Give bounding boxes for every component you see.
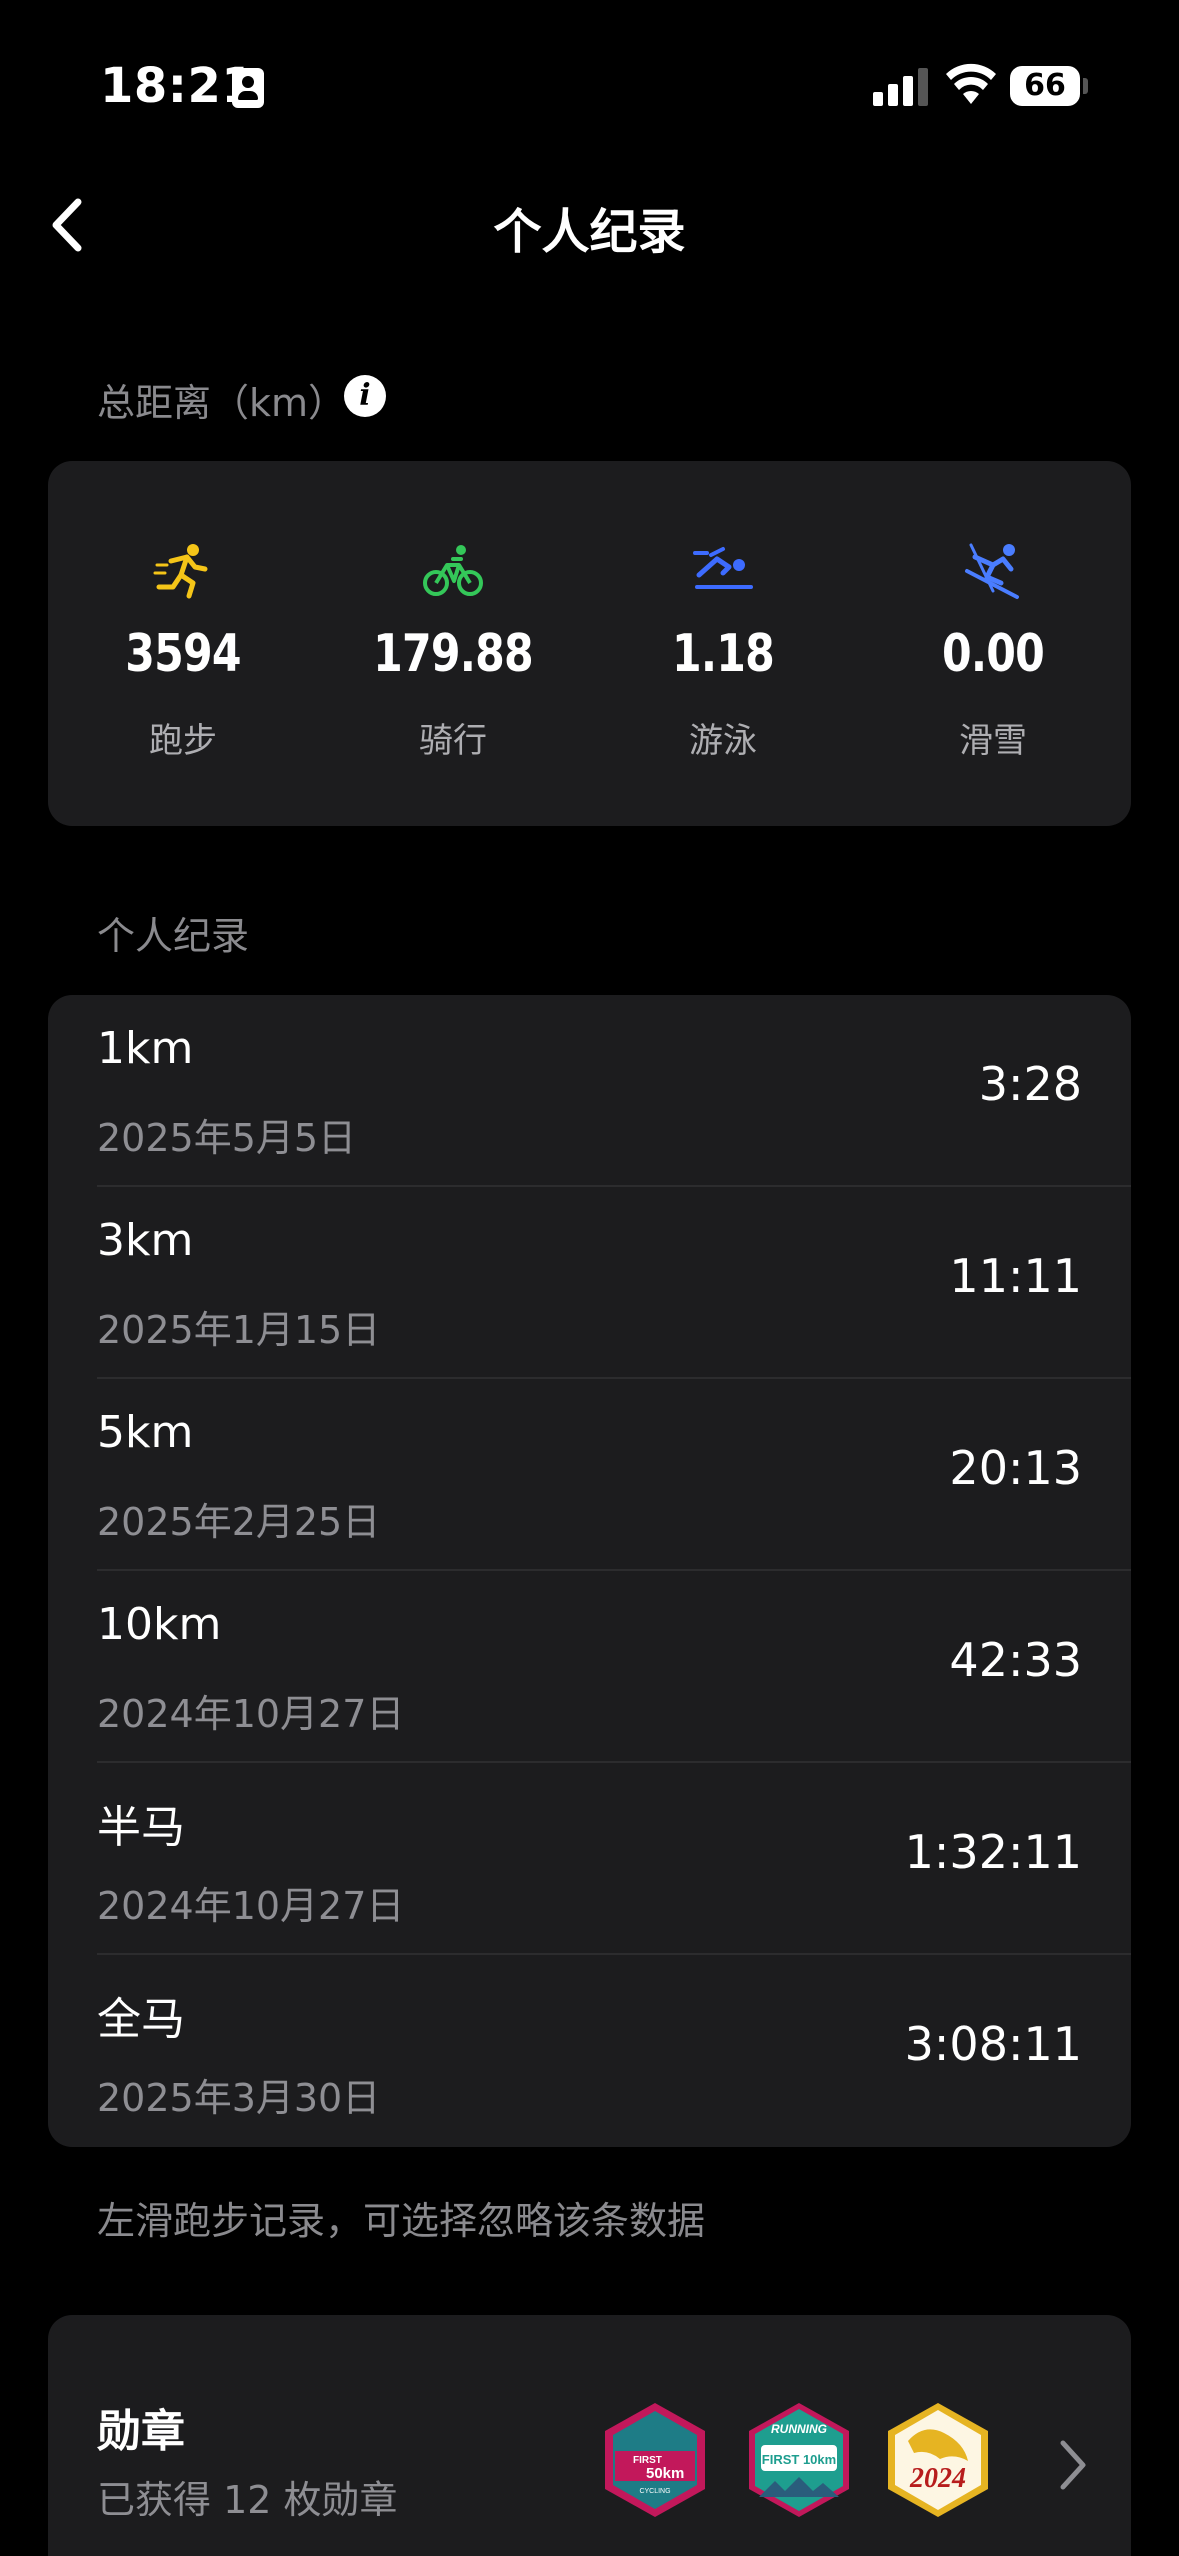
record-row-5km[interactable]: 5km 2025年2月25日 20:13 — [48, 1379, 1131, 1571]
record-time: 20:13 — [949, 1441, 1082, 1495]
record-date: 2025年3月30日 — [97, 2076, 381, 2120]
medals-title: 勋章 — [97, 2406, 185, 2457]
total-distance-label: 总距离（km） — [97, 381, 347, 425]
stat-skiing[interactable]: 0.00 滑雪 — [858, 461, 1128, 826]
medal-1-main-text: 50km — [646, 2465, 684, 2482]
record-time: 42:33 — [949, 1633, 1082, 1687]
cycling-icon — [423, 545, 483, 596]
record-date: 2024年10月27日 — [97, 1692, 405, 1736]
skiing-distance-value: 0.00 — [942, 624, 1045, 684]
record-time: 3:08:11 — [904, 2017, 1082, 2071]
medal-2-main-text: FIRST 10km — [762, 2452, 836, 2467]
info-icon[interactable]: i — [344, 375, 386, 417]
record-name: 10km — [97, 1599, 222, 1650]
stat-running[interactable]: 3594 跑步 — [48, 461, 318, 826]
record-name: 半马 — [97, 1802, 185, 1853]
running-icon — [153, 544, 208, 599]
total-distance-card: 3594 跑步 179.88 骑行 1.18 游泳 0.00 滑雪 — [48, 461, 1131, 826]
record-name: 5km — [97, 1407, 194, 1458]
medal-2-top-text: RUNNING — [771, 2422, 827, 2436]
chevron-right-icon[interactable] — [1053, 2435, 1093, 2495]
running-label: 跑步 — [149, 721, 217, 761]
running-first-10km-medal-icon: RUNNING FIRST 10km — [749, 2403, 849, 2517]
record-row-1km[interactable]: 1km 2025年5月5日 3:28 — [48, 995, 1131, 1187]
page-title: 个人纪录 — [493, 204, 686, 260]
medals-count: 已获得 12 枚勋章 — [97, 2478, 398, 2522]
battery-tip — [1083, 78, 1088, 94]
record-time: 1:32:11 — [904, 1825, 1082, 1879]
swipe-hint: 左滑跑步记录，可选择忽略该条数据 — [97, 2199, 706, 2243]
wifi-icon — [946, 63, 996, 104]
medal-3-main-text: 2024 — [909, 2463, 966, 2494]
record-date: 2025年1月15日 — [97, 1308, 381, 1352]
medals-card[interactable]: 勋章 已获得 12 枚勋章 FIRST 50km CYCLING RUNNING… — [48, 2315, 1131, 2556]
contact-card-icon — [232, 68, 264, 108]
running-distance-value: 3594 — [125, 624, 241, 684]
dragon-2024-medal-icon: 2024 — [888, 2403, 988, 2517]
record-name: 3km — [97, 1215, 194, 1266]
record-row-3km[interactable]: 3km 2025年1月15日 11:11 — [48, 1187, 1131, 1379]
stat-cycling[interactable]: 179.88 骑行 — [318, 461, 588, 826]
swimming-distance-value: 1.18 — [672, 624, 775, 684]
records-section-label: 个人纪录 — [97, 914, 250, 958]
cycling-50km-medal-icon: FIRST 50km CYCLING — [605, 2403, 705, 2517]
record-date: 2025年5月5日 — [97, 1116, 357, 1160]
status-bar: 18:21 66 — [0, 0, 1179, 170]
record-time: 11:11 — [949, 1249, 1082, 1303]
record-name: 全马 — [97, 1994, 185, 2045]
cellular-signal-icon — [873, 68, 929, 106]
cycling-label: 骑行 — [419, 721, 487, 761]
record-date: 2024年10月27日 — [97, 1884, 405, 1928]
records-card: 1km 2025年5月5日 3:28 3km 2025年1月15日 11:11 … — [48, 995, 1131, 2147]
medal-1-bottom-text: CYCLING — [639, 2488, 670, 2495]
skiing-label: 滑雪 — [959, 721, 1027, 761]
cycling-distance-value: 179.88 — [373, 624, 533, 684]
record-time: 3:28 — [978, 1057, 1082, 1111]
record-row-full-marathon[interactable]: 全马 2025年3月30日 3:08:11 — [48, 1955, 1131, 2147]
record-row-half-marathon[interactable]: 半马 2024年10月27日 1:32:11 — [48, 1763, 1131, 1955]
stat-swimming[interactable]: 1.18 游泳 — [588, 461, 858, 826]
skiing-icon — [965, 543, 1019, 599]
record-row-10km[interactable]: 10km 2024年10月27日 42:33 — [48, 1571, 1131, 1763]
record-date: 2025年2月25日 — [97, 1500, 381, 1544]
swimming-icon — [693, 547, 753, 589]
battery-indicator: 66 — [1010, 66, 1080, 106]
record-name: 1km — [97, 1023, 194, 1074]
swimming-label: 游泳 — [689, 721, 757, 761]
